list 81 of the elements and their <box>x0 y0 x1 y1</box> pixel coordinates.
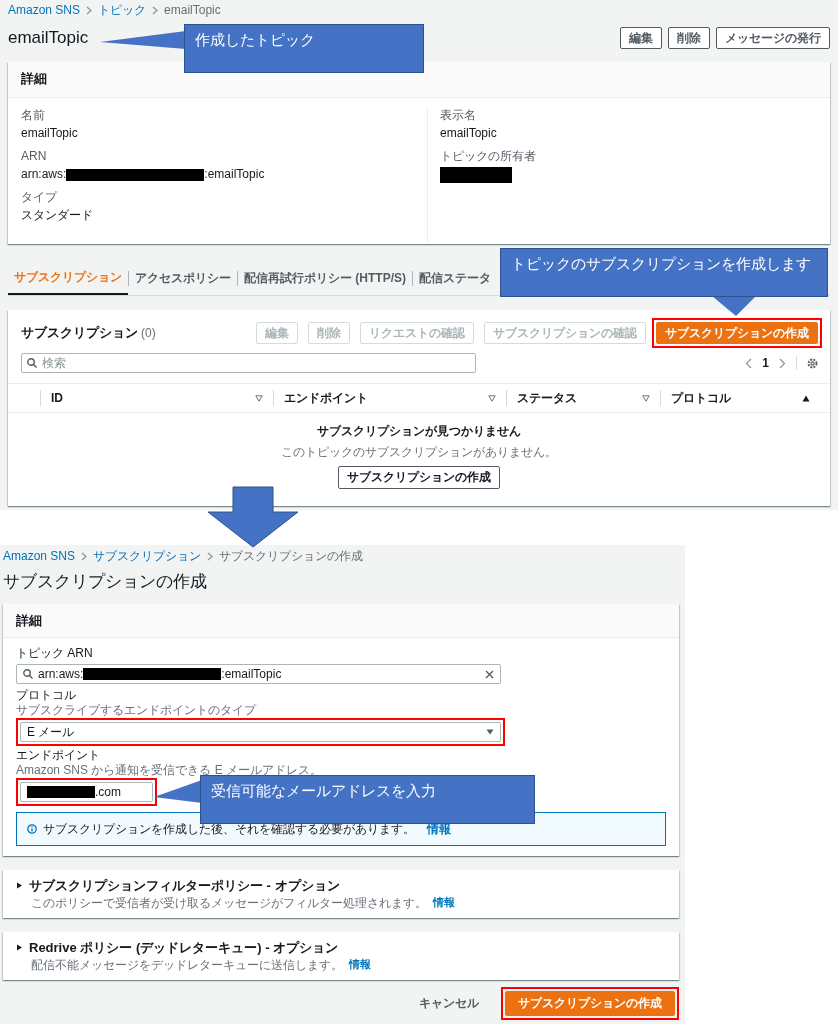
breadcrumb-item[interactable]: Amazon SNS <box>3 548 76 564</box>
sort-icon[interactable] <box>642 394 650 402</box>
breadcrumb-item: emailTopic <box>164 2 221 18</box>
field-label: トピックの所有者 <box>440 149 536 164</box>
field-label: トピック ARN <box>16 646 94 662</box>
item-count: (0) <box>141 326 156 342</box>
field-label: ARN <box>21 149 48 164</box>
breadcrumb-item[interactable]: サブスクリプション <box>93 548 202 564</box>
chevron-icon <box>86 5 93 15</box>
callout-pointer <box>712 296 756 316</box>
chevron-icon <box>81 551 88 561</box>
callout-note: 作成したトピック <box>184 24 424 73</box>
section-description: このポリシーで受信者が受け取るメッセージがフィルター処理されます。 <box>31 895 427 911</box>
field-value: :emailTopic <box>204 167 265 182</box>
chevron-icon <box>152 5 159 15</box>
search-field[interactable]: 検索 <box>21 353 476 374</box>
field-value: :emailTopic <box>221 666 282 682</box>
page-number[interactable]: 1 <box>762 355 769 371</box>
search-icon <box>27 358 37 369</box>
column-header[interactable]: エンドポイント <box>284 390 368 406</box>
section-title[interactable]: Redrive ポリシー (デッドレターキュー) - オプション <box>29 939 339 956</box>
info-link[interactable]: 情報 <box>433 895 455 911</box>
redaction-bar <box>440 167 512 183</box>
collapsed-icon[interactable] <box>16 944 23 952</box>
clear-icon[interactable] <box>485 669 494 679</box>
field-value: emailTopic <box>21 126 79 141</box>
field-value: スタンダード <box>21 208 94 223</box>
field-value: emailTopic <box>440 126 498 141</box>
breadcrumb-item[interactable]: Amazon SNS <box>8 2 81 18</box>
breadcrumb-item[interactable]: トピック <box>98 2 147 18</box>
field-label: タイプ <box>21 190 59 205</box>
down-arrow-icon <box>207 486 299 548</box>
field-description: サブスクライブするエンドポイントのタイプ <box>16 703 258 719</box>
column-header[interactable]: ID <box>51 390 63 406</box>
create-button[interactable]: サブスクリプションの作成 <box>338 466 500 489</box>
empty-state-text: このトピックのサブスクリプションがありません。 <box>281 445 557 461</box>
next-page-icon[interactable] <box>779 357 786 369</box>
field-value: .com <box>95 784 121 800</box>
tab[interactable]: 配信ステータ <box>413 262 491 295</box>
sort-icon[interactable] <box>488 394 496 402</box>
search-icon <box>23 669 33 680</box>
endpoint-field[interactable]: .com <box>20 782 153 803</box>
card-heading: サブスクリプション <box>21 325 138 342</box>
card-heading: 詳細 <box>21 71 47 88</box>
field-label: エンドポイント <box>16 748 101 764</box>
sort-icon[interactable] <box>255 394 263 402</box>
settings-icon[interactable] <box>807 357 818 369</box>
field-label: プロトコル <box>16 688 77 704</box>
field-label: 名前 <box>21 108 46 123</box>
column-header[interactable]: ステータス <box>517 390 577 406</box>
breadcrumb-item: サブスクリプションの作成 <box>219 548 364 564</box>
empty-state-title: サブスクリプションが見つかりません <box>317 424 521 440</box>
tab[interactable]: 配信再試行ポリシー (HTTP/S) <box>238 262 412 295</box>
column-header[interactable]: プロトコル <box>671 390 731 406</box>
field-value: arn:aws: <box>38 666 84 682</box>
chevron-icon <box>207 551 214 561</box>
page-title: サブスクリプションの作成 <box>3 571 208 593</box>
info-link[interactable]: 情報 <box>349 957 371 973</box>
action-button[interactable]: 編集 <box>620 26 662 50</box>
section-description: 配信不能メッセージをデッドレターキューに送信します。 <box>31 957 343 973</box>
alert-text: サブスクリプションを作成した後、それを確認する必要があります。 <box>43 821 415 837</box>
previous-page-icon[interactable] <box>745 357 753 369</box>
action-button[interactable]: メッセージの発行 <box>716 26 830 50</box>
info-icon <box>27 824 37 835</box>
sort-ascending-icon[interactable] <box>802 394 810 402</box>
section-title[interactable]: サブスクリプションフィルターポリシー - オプション <box>29 877 340 894</box>
protocol-select[interactable]: E メール <box>20 722 501 743</box>
page-title: emailTopic <box>8 27 89 49</box>
card-heading: 詳細 <box>16 612 42 629</box>
info-link[interactable]: 情報 <box>427 821 451 837</box>
field-value: arn:aws: <box>21 167 67 182</box>
tab[interactable]: アクセスポリシー <box>129 262 237 295</box>
callout-pointer <box>154 780 202 803</box>
redaction-bar <box>27 786 95 799</box>
callout-note: 受信可能なメールアドレスを入力 <box>200 775 535 824</box>
cancel-button[interactable]: キャンセル <box>411 993 487 1014</box>
collapsed-icon[interactable] <box>16 882 23 890</box>
arn-field[interactable]: arn:aws: :emailTopic <box>16 664 501 685</box>
field-label: 表示名 <box>440 108 477 123</box>
action-button[interactable]: 削除 <box>668 26 710 50</box>
dropdown-caret-icon <box>486 729 494 736</box>
